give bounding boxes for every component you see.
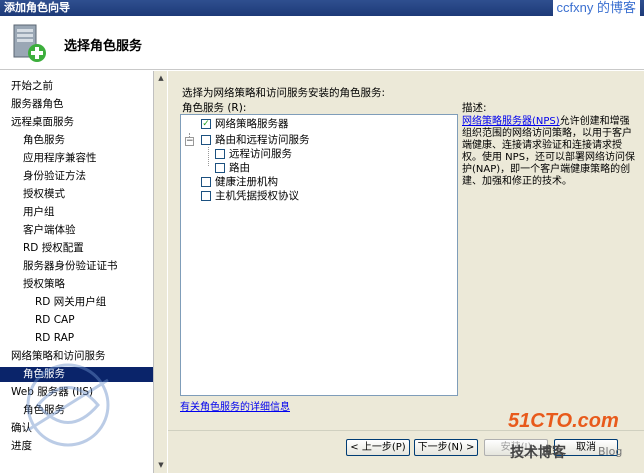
wizard-button-bar: < 上一步(P) 下一步(N) > 安装(I) 取消 <box>168 430 644 473</box>
sidebar-item-label: 应用程序兼容性 <box>23 152 97 164</box>
sidebar-item-auth-method[interactable]: 身份验证方法 <box>0 169 153 184</box>
sidebar-item-label: 远程桌面服务 <box>11 116 74 128</box>
role-item-nps[interactable]: ✓ 网络策略服务器 <box>201 118 289 131</box>
alliance-watermark-icon <box>26 363 110 447</box>
sidebar-item-label: 服务器角色 <box>11 98 64 110</box>
description-label: 描述: <box>462 102 487 114</box>
sidebar-item-remote-desktop-services[interactable]: 远程桌面服务 <box>0 115 153 130</box>
sidebar-item-app-compatibility[interactable]: 应用程序兼容性 <box>0 151 153 166</box>
scroll-down-arrow-icon[interactable]: ▼ <box>155 459 167 471</box>
sidebar-item-rd-rap[interactable]: RD RAP <box>0 331 153 346</box>
role-item-remote-access[interactable]: 远程访问服务 <box>215 148 292 161</box>
tree-connector <box>208 147 209 166</box>
collapse-icon[interactable]: − <box>185 137 194 146</box>
sidebar-item-rd-gateway-user-groups[interactable]: RD 网关用户组 <box>0 295 153 310</box>
checkbox-icon[interactable] <box>201 191 211 201</box>
sidebar-item-before-you-begin[interactable]: 开始之前 <box>0 79 153 94</box>
role-label: 网络策略服务器 <box>215 118 289 130</box>
sidebar-item-label: 授权策略 <box>23 278 65 290</box>
sidebar-item-authorization-policies[interactable]: 授权策略 <box>0 277 153 292</box>
sidebar-item-user-groups[interactable]: 用户组 <box>0 205 153 220</box>
sidebar-item-server-auth-cert[interactable]: 服务器身份验证证书 <box>0 259 153 274</box>
sidebar-item-label: 服务器身份验证证书 <box>23 260 118 272</box>
role-item-routing[interactable]: 路由 <box>215 162 250 175</box>
sidebar-item-rd-cap[interactable]: RD CAP <box>0 313 153 328</box>
checkbox-icon[interactable] <box>201 135 211 145</box>
role-description: 网络策略服务器(NPS)允许创建和增强组织范围的网络访问策略，以用于客户端健康、… <box>462 116 638 188</box>
sidebar-item-label: 开始之前 <box>11 80 53 92</box>
checkbox-icon[interactable] <box>215 163 225 173</box>
role-services-tree: ✓ 网络策略服务器 − 路由和远程访问服务 远程访问服务 路由 健康注册机构 主机… <box>180 114 458 396</box>
role-item-rras[interactable]: 路由和远程访问服务 <box>201 134 310 147</box>
site-watermark: 51CTO.com <box>508 410 619 432</box>
back-button[interactable]: < 上一步(P) <box>346 439 410 456</box>
role-label: 远程访问服务 <box>229 148 292 160</box>
role-label: 路由 <box>229 162 250 174</box>
nps-description-link[interactable]: 网络策略服务器(NPS) <box>462 116 560 127</box>
scroll-up-arrow-icon[interactable]: ▲ <box>155 72 167 84</box>
sidebar-item-label: RD CAP <box>35 314 75 326</box>
sidebar-item-licensing-mode[interactable]: 授权模式 <box>0 187 153 202</box>
sidebar-scrollbar[interactable]: ▲ ▼ <box>153 71 167 473</box>
role-label: 健康注册机构 <box>215 176 278 188</box>
sidebar-item-label: RD RAP <box>35 332 75 344</box>
role-item-hra[interactable]: 健康注册机构 <box>201 176 278 189</box>
checkbox-icon[interactable] <box>201 177 211 187</box>
site-watermark-cn: 技术博客 <box>510 445 566 461</box>
role-label: 路由和远程访问服务 <box>215 134 310 146</box>
roles-label: 角色服务 (R): <box>182 102 247 114</box>
sidebar-item-label: 客户端体验 <box>23 224 76 236</box>
server-add-icon <box>13 24 46 62</box>
sidebar-item-rds-role-services[interactable]: 角色服务 <box>0 133 153 148</box>
window-titlebar: 添加角色向导 <box>0 0 644 16</box>
wizard-header: 选择角色服务 <box>0 16 644 70</box>
role-item-hcap[interactable]: 主机凭据授权协议 <box>201 190 299 203</box>
sidebar-item-client-experience[interactable]: 客户端体验 <box>0 223 153 238</box>
page-title: 选择角色服务 <box>64 39 143 54</box>
blog-watermark-label: Blog <box>598 445 623 458</box>
sidebar-item-rd-licensing-config[interactable]: RD 授权配置 <box>0 241 153 256</box>
instruction-text: 选择为网络策略和访问服务安装的角色服务: <box>182 87 386 99</box>
window-title: 添加角色向导 <box>4 1 70 14</box>
sidebar-item-label: RD 网关用户组 <box>35 296 107 308</box>
sidebar-item-server-roles[interactable]: 服务器角色 <box>0 97 153 112</box>
checkbox-checked-icon[interactable]: ✓ <box>201 119 211 129</box>
more-info-link[interactable]: 有关角色服务的详细信息 <box>180 398 290 413</box>
sidebar-item-label: 授权模式 <box>23 188 65 200</box>
checkbox-icon[interactable] <box>215 149 225 159</box>
sidebar-item-label: 角色服务 <box>23 134 65 146</box>
blog-watermark: ccfxny 的博客 <box>552 0 640 16</box>
sidebar-item-label: 用户组 <box>23 206 55 218</box>
role-label: 主机凭据授权协议 <box>215 190 299 202</box>
sidebar-item-label: 身份验证方法 <box>23 170 86 182</box>
next-button[interactable]: 下一步(N) > <box>414 439 478 456</box>
sidebar-item-label: RD 授权配置 <box>23 242 84 254</box>
